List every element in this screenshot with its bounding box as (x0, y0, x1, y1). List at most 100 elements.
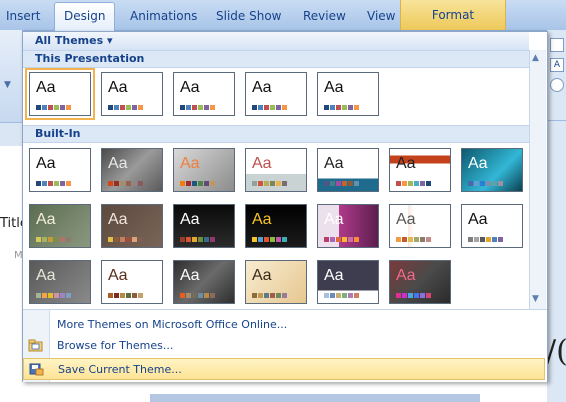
tab-animations[interactable]: Animations (130, 5, 197, 27)
scroll-down-icon[interactable]: ▼ (532, 294, 539, 304)
theme-color-swatches (36, 181, 71, 186)
gallery-scrollbar[interactable]: ▲ ▼ (529, 50, 546, 309)
tab-format[interactable]: Format (400, 0, 506, 30)
section-header-built-in: Built-In (23, 125, 529, 143)
text-style-icon[interactable]: A (550, 58, 564, 72)
slide-pane-fragment (0, 146, 22, 402)
tab-view[interactable]: View (367, 5, 395, 27)
theme-thumbnail-built-in[interactable]: Aa (389, 260, 451, 304)
all-themes-label: All Themes (35, 34, 104, 47)
browse-folder-icon (28, 339, 43, 352)
scroll-up-icon[interactable]: ▲ (532, 53, 539, 63)
tab-insert[interactable]: Insert (6, 5, 40, 27)
theme-preview-text: Aa (396, 267, 416, 284)
menu-item-more-themes-online[interactable]: More Themes on Microsoft Office Online..… (23, 314, 545, 336)
theme-preview-text: Aa (324, 79, 344, 96)
theme-color-swatches (324, 181, 359, 186)
theme-preview-text: Aa (468, 211, 488, 228)
tab-slide-show[interactable]: Slide Show (216, 5, 281, 27)
theme-preview-text: Aa (36, 79, 56, 96)
theme-preview-text: Aa (180, 211, 200, 228)
theme-color-swatches (108, 293, 143, 298)
theme-color-swatches (252, 293, 287, 298)
save-theme-icon (29, 363, 44, 376)
tab-design[interactable]: Design (54, 2, 116, 31)
menu-item-save-current-theme[interactable]: Save Current Theme... (23, 358, 545, 380)
theme-preview-text: Aa (324, 155, 344, 172)
theme-thumbnail-built-in[interactable]: Aa (101, 148, 163, 192)
theme-color-swatches (252, 105, 287, 110)
slide-text-fragment-right: /( (546, 334, 566, 369)
theme-preview-text: Aa (252, 155, 272, 172)
chevron-down-icon: ▾ (107, 34, 113, 47)
chevron-down-icon[interactable]: ▼ (4, 80, 11, 90)
theme-preview-text: Aa (108, 155, 128, 172)
theme-color-swatches (108, 181, 143, 186)
theme-thumbnail-built-in[interactable]: Aa (461, 148, 523, 192)
theme-preview-text: Aa (180, 79, 200, 96)
theme-preview-text: Aa (108, 79, 128, 96)
section-title: This Presentation (35, 52, 145, 65)
theme-thumbnail-built-in[interactable]: Aa (173, 260, 235, 304)
theme-thumbnail-current[interactable]: Aa (101, 72, 163, 116)
theme-thumbnail-built-in[interactable]: Aa (245, 260, 307, 304)
section-header-this-presentation: This Presentation (23, 50, 529, 68)
ribbon-group-fragment (0, 30, 22, 123)
shape-outline-icon[interactable] (550, 78, 564, 92)
theme-thumbnail-current[interactable]: Aa (245, 72, 307, 116)
theme-thumbnail-built-in[interactable]: Aa (245, 204, 307, 248)
theme-color-swatches (108, 105, 143, 110)
theme-color-swatches (468, 181, 503, 186)
theme-color-swatches (324, 105, 359, 110)
theme-preview-text: Aa (108, 267, 128, 284)
themes-gallery-dropdown: All Themes ▾ This Presentation Built-In … (22, 31, 548, 382)
shape-fill-icon[interactable] (550, 38, 564, 52)
status-bar-fragment (150, 394, 480, 402)
theme-thumbnail-built-in[interactable]: Aa (101, 204, 163, 248)
theme-color-swatches (324, 237, 359, 242)
theme-color-swatches (324, 293, 359, 298)
theme-thumbnail-current[interactable]: Aa (317, 72, 379, 116)
theme-thumbnail-current[interactable]: Aa (25, 68, 95, 120)
theme-color-swatches (36, 293, 71, 298)
theme-thumbnail-built-in[interactable]: Aa (101, 260, 163, 304)
theme-preview-text: Aa (468, 155, 488, 172)
theme-preview-text: Aa (108, 211, 128, 228)
theme-preview-text: Aa (396, 155, 416, 172)
theme-thumbnail-built-in[interactable]: Aa (317, 260, 379, 304)
theme-preview-text: Aa (36, 267, 56, 284)
theme-thumbnail-built-in[interactable]: Aa (29, 204, 91, 248)
ribbon-tab-bar: Insert Design Animations Slide Show Revi… (0, 0, 566, 31)
theme-thumbnail-built-in[interactable]: Aa (29, 260, 91, 304)
theme-preview-text: Aa (252, 211, 272, 228)
theme-color-swatches (252, 237, 287, 242)
theme-preview-text: Aa (252, 79, 272, 96)
theme-color-swatches (396, 237, 431, 242)
menu-item-label: Save Current Theme... (58, 363, 182, 376)
theme-thumbnail-built-in[interactable]: Aa (173, 204, 235, 248)
menu-item-browse-themes[interactable]: Browse for Themes... (23, 335, 545, 357)
theme-color-swatches (108, 237, 143, 242)
section-title: Built-In (35, 127, 81, 140)
theme-thumbnail-current[interactable]: Aa (173, 72, 235, 116)
theme-preview-text: Aa (396, 211, 416, 228)
theme-color-swatches (252, 181, 287, 186)
menu-item-label: More Themes on Microsoft Office Online..… (57, 318, 288, 331)
theme-color-swatches (36, 105, 71, 110)
theme-color-swatches (180, 105, 215, 110)
theme-thumbnail-built-in[interactable]: Aa (389, 148, 451, 192)
divider (547, 120, 566, 121)
tab-review[interactable]: Review (303, 5, 346, 27)
theme-thumbnail-built-in[interactable]: Aa (245, 148, 307, 192)
theme-preview-text: Aa (324, 211, 344, 228)
theme-thumbnail-built-in[interactable]: Aa (173, 148, 235, 192)
theme-thumbnail-built-in[interactable]: Aa (29, 148, 91, 192)
theme-thumbnail-built-in[interactable]: Aa (317, 204, 379, 248)
theme-thumbnail-built-in[interactable]: Aa (389, 204, 451, 248)
theme-preview-text: Aa (180, 267, 200, 284)
theme-thumbnail-built-in[interactable]: Aa (461, 204, 523, 248)
theme-thumbnail-built-in[interactable]: Aa (317, 148, 379, 192)
theme-color-swatches (468, 237, 503, 242)
menu-item-label: Browse for Themes... (57, 339, 174, 352)
all-themes-dropdown[interactable]: All Themes ▾ (35, 34, 113, 47)
